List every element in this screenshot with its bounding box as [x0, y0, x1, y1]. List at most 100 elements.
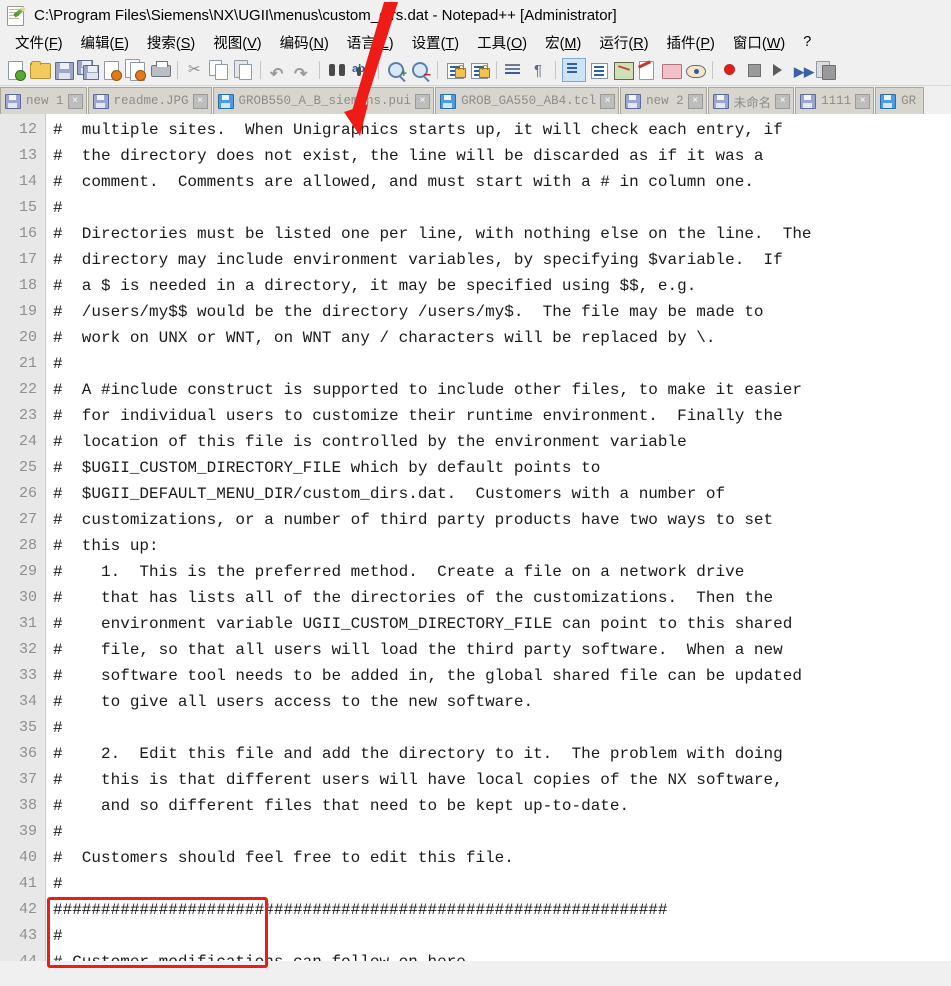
function-list-icon[interactable]	[636, 59, 658, 81]
code-line[interactable]: ########################################…	[46, 897, 951, 923]
find-icon[interactable]	[326, 59, 348, 81]
undo-icon[interactable]: ↶	[267, 59, 289, 83]
tab-grob550-a-b-siemens-pui[interactable]: GROB550_A_B_siemens.pui ×	[212, 87, 435, 114]
tab-grob-ga550-ab4-tcl[interactable]: GROB_GA550_AB4.tcl ×	[435, 87, 620, 114]
copy-icon[interactable]	[208, 59, 230, 81]
tab-gr-truncated[interactable]: GR	[875, 87, 925, 114]
record-macro-icon[interactable]	[719, 59, 741, 81]
redo-icon[interactable]: ↷	[291, 59, 313, 83]
code-line[interactable]: # comment. Comments are allowed, and mus…	[46, 169, 951, 195]
play-macro-icon[interactable]	[767, 59, 789, 81]
menu-view[interactable]: 视图(V)	[204, 30, 270, 56]
code-line[interactable]: # Customer modifications can follow on h…	[46, 949, 951, 961]
line-number: 13	[18, 147, 37, 164]
show-all-characters-icon[interactable]: ¶	[527, 59, 549, 81]
code-line[interactable]: # $UGII_DEFAULT_MENU_DIR/custom_dirs.dat…	[46, 481, 951, 507]
code-line[interactable]: # file, so that all users will load the …	[46, 637, 951, 663]
tab-close-icon[interactable]: ×	[600, 93, 616, 109]
code-line[interactable]: # Directories must be listed one per lin…	[46, 221, 951, 247]
tab-close-icon[interactable]: ×	[192, 93, 208, 109]
menu-window[interactable]: 窗口(W)	[724, 30, 794, 56]
code-line[interactable]: # to give all users access to the new so…	[46, 689, 951, 715]
code-line[interactable]: # that has lists all of the directories …	[46, 585, 951, 611]
code-line[interactable]: # multiple sites. When Unigraphics start…	[46, 117, 951, 143]
code-line[interactable]: # 1. This is the preferred method. Creat…	[46, 559, 951, 585]
code-line[interactable]: #	[46, 195, 951, 221]
code-line[interactable]: # Customers should feel free to edit thi…	[46, 845, 951, 871]
code-line[interactable]: # $UGII_CUSTOM_DIRECTORY_FILE which by d…	[46, 455, 951, 481]
code-line[interactable]: #	[46, 819, 951, 845]
save-all-icon[interactable]	[77, 59, 99, 81]
tab-new-1[interactable]: new 1 ×	[0, 87, 87, 114]
indent-guide-icon[interactable]	[562, 58, 586, 82]
code-line[interactable]: #	[46, 923, 951, 949]
sync-horizontal-scroll-icon[interactable]	[468, 59, 490, 81]
code-line[interactable]: # customizations, or a number of third p…	[46, 507, 951, 533]
menu-language[interactable]: 语言(L)	[338, 30, 403, 56]
menu-edit[interactable]: 编辑(E)	[72, 30, 138, 56]
code-line[interactable]: # a $ is needed in a directory, it may b…	[46, 273, 951, 299]
save-macro-icon[interactable]	[815, 59, 837, 81]
show-document-map-icon[interactable]	[612, 59, 634, 81]
tab-close-icon[interactable]: ×	[415, 93, 431, 109]
code-line[interactable]: # /users/my$$ would be the directory /us…	[46, 299, 951, 325]
code-line[interactable]: #	[46, 715, 951, 741]
code-line[interactable]: # directory may include environment vari…	[46, 247, 951, 273]
code-line[interactable]: #	[46, 871, 951, 897]
tab-close-icon[interactable]: ×	[67, 93, 83, 109]
code-line[interactable]: # and so different files that need to be…	[46, 793, 951, 819]
stop-recording-icon[interactable]	[743, 59, 765, 81]
cut-icon[interactable]: ✂	[184, 59, 206, 81]
menu-help[interactable]: ?	[794, 32, 820, 53]
tab-new-2[interactable]: new 2 ×	[620, 87, 707, 114]
code-line[interactable]: # this is that different users will have…	[46, 767, 951, 793]
editor-area[interactable]: 12 13 14 15 16 17 18 19 20 21 22 23 24 25 26 27 28 29 30 31…	[0, 114, 951, 961]
open-file-icon[interactable]	[29, 59, 51, 81]
menu-plugins[interactable]: 插件(P)	[658, 30, 724, 56]
menu-macro[interactable]: 宏(M)	[536, 30, 590, 56]
close-all-icon[interactable]	[125, 59, 147, 81]
paste-icon[interactable]	[232, 59, 254, 81]
code-line[interactable]: # the directory does not exist, the line…	[46, 143, 951, 169]
run-macro-multiple-icon[interactable]: ▶▶	[791, 59, 814, 81]
title-bar: C:\Program Files\Siemens\NX\UGII\menus\c…	[0, 0, 951, 30]
line-number: 24	[18, 433, 37, 450]
tab-1111[interactable]: 1111 ×	[795, 87, 875, 114]
code-line[interactable]: # location of this file is controlled by…	[46, 429, 951, 455]
code-line[interactable]: #	[46, 351, 951, 377]
menu-run[interactable]: 运行(R)	[590, 30, 657, 56]
zoom-out-icon[interactable]: −	[409, 59, 431, 81]
menu-search[interactable]: 搜索(S)	[138, 30, 204, 56]
user-defined-dialog-icon[interactable]	[588, 59, 610, 81]
code-line[interactable]: # 2. Edit this file and add the director…	[46, 741, 951, 767]
code-text-area[interactable]: # multiple sites. When Unigraphics start…	[46, 114, 951, 961]
tab-close-icon[interactable]: ×	[855, 93, 871, 109]
code-line[interactable]: # environment variable UGII_CUSTOM_DIREC…	[46, 611, 951, 637]
code-line[interactable]: # software tool needs to be added in, th…	[46, 663, 951, 689]
replace-icon[interactable]: ab	[350, 59, 372, 81]
code-line[interactable]: # A #include construct is supported to i…	[46, 377, 951, 403]
zoom-in-icon[interactable]: +	[385, 59, 407, 81]
line-number: 29	[18, 563, 37, 580]
tab-close-icon[interactable]: ×	[687, 93, 703, 109]
menu-tools[interactable]: 工具(O)	[468, 30, 536, 56]
monitoring-icon[interactable]	[684, 59, 706, 81]
sync-vertical-scroll-icon[interactable]	[444, 59, 466, 81]
code-line[interactable]: # this up:	[46, 533, 951, 559]
new-file-icon[interactable]	[5, 59, 27, 81]
menu-file[interactable]: 文件(F)	[6, 30, 72, 56]
print-icon[interactable]	[149, 59, 171, 81]
floppy-purple-icon	[92, 93, 109, 109]
tab-untitled[interactable]: 未命名 ×	[707, 87, 795, 114]
menu-settings[interactable]: 设置(T)	[403, 30, 469, 56]
code-line[interactable]: # work on UNX or WNT, on WNT any / chara…	[46, 325, 951, 351]
tab-close-icon[interactable]: ×	[775, 93, 791, 109]
line-number: 18	[18, 277, 37, 294]
close-file-icon[interactable]	[101, 59, 123, 81]
tab-readme-jpg[interactable]: readme.JPG ×	[87, 87, 212, 114]
word-wrap-icon[interactable]	[503, 59, 525, 81]
menu-encoding[interactable]: 编码(N)	[271, 30, 338, 56]
folder-as-workspace-icon[interactable]	[660, 59, 682, 81]
save-icon[interactable]	[53, 59, 75, 81]
code-line[interactable]: # for individual users to customize thei…	[46, 403, 951, 429]
